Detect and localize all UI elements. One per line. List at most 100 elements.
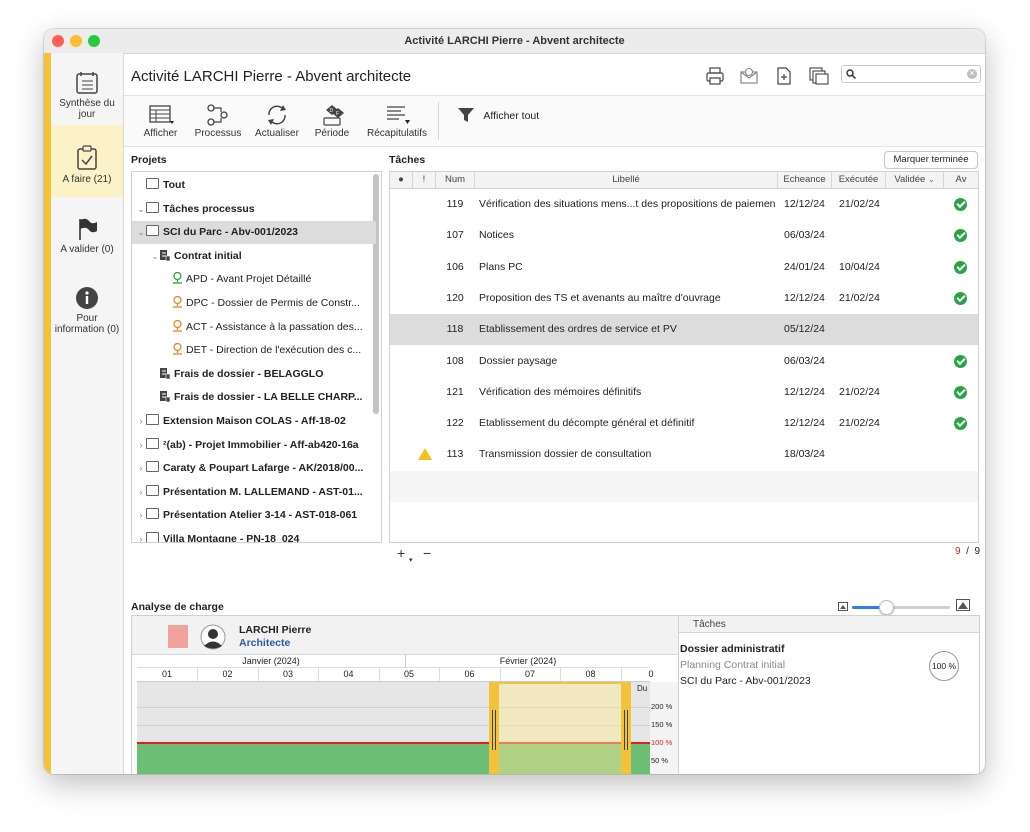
chevron-icon[interactable]: › <box>136 481 146 504</box>
processus-button[interactable]: Processus <box>192 104 244 139</box>
col-libelle[interactable]: Libellé <box>475 172 778 188</box>
chevron-icon[interactable]: › <box>136 504 146 527</box>
tree-item-label: Frais de dossier - LA BELLE CHARP... <box>174 391 363 404</box>
resource-role: Architecte <box>239 637 291 649</box>
sidebar-item-synthese[interactable]: Synthèse du jour <box>51 71 123 127</box>
col-echeance[interactable]: Echeance <box>778 172 832 188</box>
tree-item[interactable]: › ²(ab) - Projet Immobilier - Aff-ab420-1… <box>132 434 376 457</box>
folder-icon <box>146 178 159 189</box>
table-row[interactable]: 118 Etablissement des ordres de service e… <box>390 314 978 346</box>
zoom-out-image-icon[interactable] <box>838 602 848 611</box>
clear-search-icon[interactable]: ✕ <box>967 69 977 79</box>
page-title: Activité LARCHI Pierre - Abvent architec… <box>131 68 412 85</box>
col-av[interactable]: Av <box>944 172 978 188</box>
chevron-icon[interactable]: › <box>136 410 146 433</box>
tree-item[interactable]: ⌄ SCI du Parc - Abv-001/2023 <box>132 221 376 245</box>
chevron-icon[interactable]: ⌄ <box>136 198 146 221</box>
task-echeance: 12/12/24 <box>784 291 825 304</box>
new-document-icon[interactable] <box>775 66 793 86</box>
search-input[interactable] <box>858 66 962 82</box>
period-selection[interactable] <box>495 682 629 774</box>
table-row[interactable]: 106 Plans PC 24/01/24 10/04/24 <box>390 252 978 283</box>
table-row[interactable]: 119 Vérification des situations mens...t … <box>390 189 978 220</box>
timeline-month-header: Janvier (2024) Février (2024) <box>137 655 650 668</box>
tree-item[interactable]: ACT - Assistance à la passation des... <box>132 316 381 339</box>
check-icon <box>954 260 967 274</box>
task-libelle: Notices <box>479 229 515 242</box>
period-end-handle[interactable] <box>621 682 631 774</box>
tree-item-label: Caraty & Poupart Lafarge - AK/2018/00... <box>163 462 364 475</box>
tree-item[interactable]: › Caraty & Poupart Lafarge - AK/2018/00..… <box>132 457 376 480</box>
duplicate-icon[interactable] <box>808 66 830 86</box>
afficher-tout-button[interactable]: Afficher tout <box>457 106 539 126</box>
warning-icon <box>418 448 432 461</box>
tree-item-label: Frais de dossier - BELAGGLO <box>174 367 324 380</box>
tree-item[interactable]: ⌄ Contrat initial <box>132 245 381 268</box>
actualiser-button[interactable]: Actualiser <box>252 104 302 139</box>
print-icon[interactable] <box>705 66 725 86</box>
col-executee[interactable]: Exécutée <box>832 172 886 188</box>
tree-item[interactable]: Frais de dossier - LA BELLE CHARP... <box>132 386 381 409</box>
mail-icon[interactable] <box>739 66 759 86</box>
task-libelle: Plans PC <box>479 260 523 273</box>
projects-tree[interactable]: Tout ⌄ Tâches processus ⌄ SCI du Parc - Abv-… <box>131 171 382 543</box>
table-row[interactable]: 107 Notices 06/03/24 <box>390 220 978 251</box>
folder-icon <box>146 437 159 449</box>
tree-item[interactable]: › Extension Maison COLAS - Aff-18-02 <box>132 410 376 433</box>
sidebar-item-information[interactable]: Pour information (0) <box>51 286 123 336</box>
tree-item[interactable]: APD - Avant Projet Détaillé <box>132 268 381 291</box>
tree-item[interactable]: Tout <box>132 174 376 197</box>
tree-item[interactable]: › Présentation M. LALLEMAND - AST-01... <box>132 481 376 504</box>
periode-button[interactable]: D F Période <box>312 104 352 139</box>
table-row[interactable]: 121 Vérification des mémoires définitifs 1… <box>390 377 978 408</box>
period-start-handle[interactable] <box>489 682 499 774</box>
close-window-button[interactable] <box>52 35 64 47</box>
zoom-slider-thumb[interactable] <box>879 600 894 615</box>
tree-item-label: DET - Direction de l'exécution des c... <box>186 344 362 357</box>
col-num[interactable]: Num <box>436 172 475 188</box>
title-bar: Activité LARCHI Pierre - Abvent architec… <box>44 29 985 54</box>
chevron-icon[interactable]: ⌄ <box>136 221 146 244</box>
table-row[interactable]: 108 Dossier paysage 06/03/24 <box>390 346 978 377</box>
task-num: 107 <box>446 229 464 242</box>
marquer-terminee-button[interactable]: Marquer terminée <box>884 151 978 169</box>
col-status-dot[interactable]: ● <box>390 172 413 188</box>
tree-item[interactable]: › Présentation Atelier 3-14 - AST-018-061 <box>132 504 376 527</box>
search-field[interactable]: ✕ <box>841 65 981 83</box>
sidebar-item-a-valider[interactable]: A valider (0) <box>51 217 123 257</box>
summary-list-icon <box>387 106 410 124</box>
folder-icon <box>146 461 159 473</box>
toolbar-divider <box>438 102 439 140</box>
sidebar-item-label: Pour information (0) <box>54 313 120 335</box>
chevron-down-icon: ⌄ <box>927 175 935 184</box>
resource-header: LARCHI Pierre Architecte <box>132 616 679 655</box>
tree-item[interactable]: DPC - Dossier de Permis de Constr... <box>132 292 381 315</box>
zoom-window-button[interactable] <box>88 35 100 47</box>
tree-item[interactable]: › Villa Montagne - PN-18_024 <box>132 528 376 542</box>
col-validee[interactable]: Validée ⌄ <box>886 172 944 188</box>
task-echeance: 18/03/24 <box>784 448 825 461</box>
table-row[interactable]: 113 Transmission dossier de consultation 1… <box>390 439 978 470</box>
tree-item[interactable]: ⌄ Tâches processus <box>132 198 376 221</box>
chevron-icon[interactable]: › <box>136 457 146 480</box>
recapitulatifs-button[interactable]: Récapitulatifs <box>367 104 427 139</box>
add-task-button[interactable]: + <box>397 545 405 561</box>
task-libelle: Etablissement des ordres de service et P… <box>479 323 677 336</box>
tasks-count: 9 / 9 <box>954 546 980 557</box>
afficher-button[interactable]: Afficher <box>138 104 183 139</box>
table-row[interactable]: 120 Proposition des TS et avenants au maî… <box>390 283 978 314</box>
table-row[interactable]: 122 Etablissement du décompte général et … <box>390 408 978 439</box>
sidebar-item-a-faire[interactable]: A faire (21) <box>51 125 123 197</box>
remove-task-button[interactable]: − <box>423 545 431 561</box>
minimize-window-button[interactable] <box>70 35 82 47</box>
chevron-icon[interactable]: › <box>136 528 146 542</box>
tree-item[interactable]: Frais de dossier - BELAGGLO <box>132 363 381 386</box>
zoom-in-image-icon[interactable] <box>956 599 970 611</box>
chevron-icon[interactable]: ⌄ <box>150 245 160 268</box>
tree-item-label: SCI du Parc - Abv-001/2023 <box>163 226 299 239</box>
tree-item[interactable]: DET - Direction de l'exécution des c... <box>132 339 381 362</box>
details-title: Dossier administratif <box>680 643 785 655</box>
details-tab[interactable]: Tâches <box>679 616 979 633</box>
chevron-icon[interactable]: › <box>136 434 146 457</box>
col-priority[interactable]: ! <box>413 172 436 188</box>
